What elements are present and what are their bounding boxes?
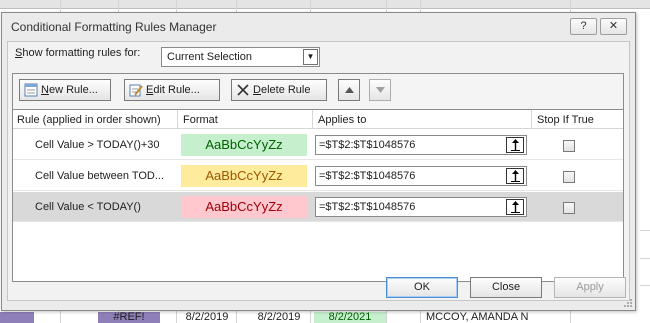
row-header <box>0 312 34 323</box>
format-preview: AaBbCcYyZz <box>181 196 307 218</box>
col-stop-header: Stop If True <box>537 114 594 126</box>
show-rules-dropdown[interactable]: Current Selection ▼ <box>161 47 320 67</box>
resize-grip-icon[interactable] <box>623 298 633 308</box>
triangle-down-icon <box>376 87 385 93</box>
stop-if-true-checkbox[interactable] <box>563 202 575 214</box>
delete-icon <box>237 84 249 96</box>
edit-rule-label: Edit Rule... <box>146 84 200 96</box>
dialog-title: Conditional Formatting Rules Manager <box>11 20 217 34</box>
edit-rule-icon <box>129 84 143 97</box>
applies-to-value: =$T$2:$T$1048576 <box>319 170 416 182</box>
new-rule-icon <box>24 83 38 97</box>
rule-name: Cell Value < TODAY() <box>35 201 141 213</box>
applies-to-field[interactable]: =$T$2:$T$1048576 <box>315 135 527 155</box>
new-rule-label: New Rule... <box>41 84 98 96</box>
close-icon[interactable]: ✕ <box>600 18 627 35</box>
applies-to-field[interactable]: =$T$2:$T$1048576 <box>315 197 527 217</box>
rule-row-selected[interactable]: Cell Value < TODAY() AaBbCcYyZz =$T$2:$T… <box>13 192 623 222</box>
rule-row[interactable]: Cell Value > TODAY()+30 AaBbCcYyZz =$T$2… <box>13 130 623 160</box>
rule-row[interactable]: Cell Value between TOD... AaBbCcYyZz =$T… <box>13 161 623 191</box>
rules-list: Rule (applied in order shown) Format App… <box>12 109 624 282</box>
col-rule-header: Rule (applied in order shown) <box>17 114 161 126</box>
close-button[interactable]: Close <box>470 277 542 298</box>
applies-to-value: =$T$2:$T$1048576 <box>319 201 416 213</box>
column-header-strip <box>0 0 650 9</box>
triangle-up-icon <box>345 87 354 93</box>
move-up-button[interactable] <box>338 79 360 101</box>
stop-if-true-checkbox[interactable] <box>563 140 575 152</box>
collapse-dialog-icon[interactable] <box>506 199 524 215</box>
sheet-row: #REF! 8/2/2019 8/2/2019 8/2/2021 MCCOY, … <box>0 312 650 323</box>
new-rule-button[interactable]: New Rule... <box>19 79 111 101</box>
sheet-cell[interactable]: #REF! <box>98 312 160 323</box>
format-preview: AaBbCcYyZz <box>181 165 307 187</box>
col-applies-header: Applies to <box>318 114 367 126</box>
collapse-dialog-icon[interactable] <box>506 168 524 184</box>
chevron-down-icon[interactable]: ▼ <box>303 49 318 65</box>
title-bar: Conditional Formatting Rules Manager ? ✕ <box>2 13 635 41</box>
rule-name: Cell Value > TODAY()+30 <box>35 139 160 151</box>
stop-if-true-checkbox[interactable] <box>563 171 575 183</box>
sheet-cell[interactable]: 8/2/2021 <box>314 312 386 323</box>
sheet-cell[interactable]: 8/2/2019 <box>246 312 312 323</box>
conditional-formatting-dialog: Conditional Formatting Rules Manager ? ✕… <box>1 12 636 311</box>
sheet-cell[interactable]: MCCOY, AMANDA N <box>420 312 570 323</box>
help-button[interactable]: ? <box>570 18 597 35</box>
delete-rule-label: Delete Rule <box>253 84 311 96</box>
dialog-content: Show formatting rules for: Current Selec… <box>7 41 630 301</box>
show-rules-label: Show formatting rules for: <box>15 47 141 59</box>
col-format-header: Format <box>183 114 218 126</box>
rules-toolbar: New Rule... Edit Rule... Delete Rule <box>12 73 624 109</box>
applies-to-field[interactable]: =$T$2:$T$1048576 <box>315 166 527 186</box>
rule-name: Cell Value between TOD... <box>35 170 165 182</box>
delete-rule-button[interactable]: Delete Rule <box>231 79 327 101</box>
applies-to-value: =$T$2:$T$1048576 <box>319 139 416 151</box>
show-rules-selected: Current Selection <box>167 51 252 63</box>
format-preview: AaBbCcYyZz <box>181 134 307 156</box>
edit-rule-button[interactable]: Edit Rule... <box>124 79 220 101</box>
rules-list-header: Rule (applied in order shown) Format App… <box>13 110 623 129</box>
move-down-button[interactable] <box>369 79 391 101</box>
ok-button[interactable]: OK <box>386 277 458 298</box>
sheet-cell[interactable]: 8/2/2019 <box>176 312 238 323</box>
collapse-dialog-icon[interactable] <box>506 137 524 153</box>
apply-button[interactable]: Apply <box>554 277 626 298</box>
